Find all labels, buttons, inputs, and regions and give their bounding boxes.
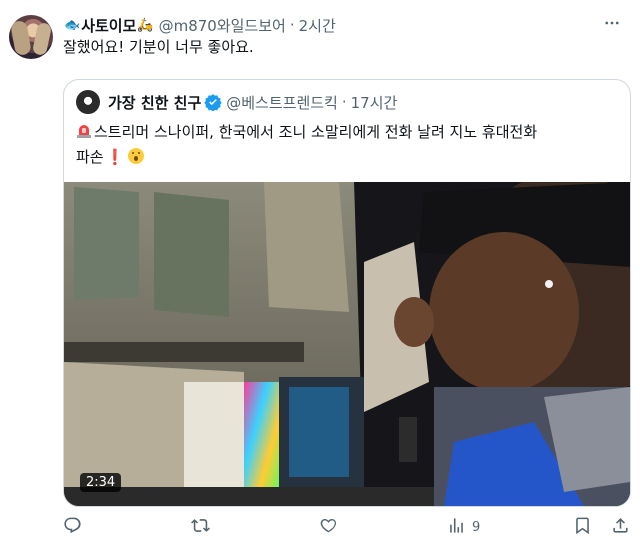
video-frame: [64, 182, 630, 506]
reply-button[interactable]: [63, 515, 82, 539]
bookmark-icon: [573, 516, 592, 539]
views-button[interactable]: 9: [447, 515, 480, 539]
user-handle[interactable]: @m870와일드보어: [159, 15, 286, 36]
retweet-icon: [191, 516, 210, 539]
bookmark-button[interactable]: [573, 515, 592, 539]
fish-emoji: 🐟: [64, 17, 81, 33]
more-options-icon[interactable]: [600, 13, 624, 33]
quote-header: 가장 친한 친구 @베스트프렌드킥 · 17시간: [108, 91, 397, 113]
quote-timestamp[interactable]: 17시간: [351, 92, 398, 113]
video-duration-badge: 2:34: [80, 473, 122, 492]
exclamation-emoji: ❗: [105, 148, 125, 166]
tweet-text: 잘했어요! 기분이 너무 좋아요.: [63, 38, 254, 56]
tweet-timestamp[interactable]: 2시간: [299, 15, 336, 36]
quote-text: 스트리머 스나이퍼, 한국에서 조니 소말리에게 전화 날려 지노 휴대전화 파…: [76, 120, 624, 170]
reply-icon: [63, 516, 82, 539]
quote-text-line1: 스트리머 스나이퍼, 한국에서 조니 소말리에게 전화 날려 지노 휴대전화: [94, 123, 538, 141]
action-bar: 9: [63, 515, 631, 539]
retweet-button[interactable]: [191, 515, 210, 539]
shocked-face-emoji-icon: [128, 148, 145, 164]
quote-display-name[interactable]: 가장 친한 친구: [108, 92, 201, 113]
like-button[interactable]: [319, 515, 338, 539]
share-icon: [611, 516, 630, 539]
scooter-emoji: 🛵: [137, 17, 154, 33]
quote-avatar[interactable]: [76, 90, 100, 114]
verified-badge-icon: [204, 93, 222, 111]
avatar-hair-right: [31, 21, 53, 57]
siren-emoji-icon: [76, 121, 92, 138]
separator-dot: ·: [289, 16, 295, 34]
video-player[interactable]: 2:34: [64, 182, 630, 506]
tweet-header: 🐟 사토이모 🛵 @m870와일드보어 · 2시간: [63, 14, 336, 36]
quote-handle[interactable]: @베스트프렌드킥: [226, 92, 338, 113]
quote-separator: ·: [341, 93, 347, 111]
avatar-hair-left: [10, 19, 32, 57]
user-avatar[interactable]: [9, 15, 53, 59]
heart-icon: [319, 516, 338, 539]
display-name[interactable]: 🐟 사토이모 🛵: [63, 15, 155, 36]
display-name-text[interactable]: 사토이모: [81, 15, 136, 36]
quoted-tweet[interactable]: 가장 친한 친구 @베스트프렌드킥 · 17시간 스트리머 스나이퍼, 한국에서…: [63, 79, 631, 507]
views-count: 9: [472, 519, 481, 535]
share-button[interactable]: [611, 515, 630, 539]
views-icon: [447, 516, 466, 539]
quote-text-line2: 파손: [76, 148, 104, 166]
